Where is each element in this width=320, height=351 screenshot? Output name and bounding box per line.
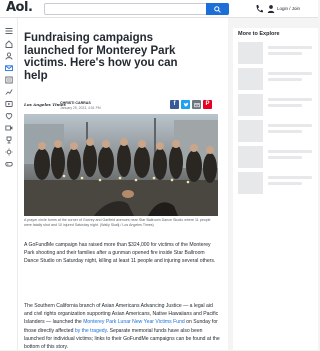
home-icon[interactable] bbox=[5, 35, 13, 48]
trophy-icon[interactable] bbox=[5, 131, 13, 144]
entertainment-icon[interactable] bbox=[5, 95, 13, 107]
user-icon[interactable] bbox=[5, 47, 13, 60]
games-icon[interactable] bbox=[5, 155, 13, 167]
weather-icon[interactable] bbox=[5, 143, 13, 156]
side-nav bbox=[0, 18, 18, 350]
article-paragraph: The Southern California branch of Asian … bbox=[24, 302, 220, 351]
text-placeholder bbox=[268, 124, 312, 127]
text-placeholder bbox=[268, 130, 302, 133]
text-placeholder bbox=[268, 52, 302, 55]
text-placeholder bbox=[268, 46, 312, 49]
email-share-button[interactable] bbox=[192, 100, 201, 109]
facebook-icon: f bbox=[173, 101, 176, 107]
article: Fundraising campaigns launched for Monte… bbox=[18, 18, 228, 350]
twitter-share-button[interactable] bbox=[181, 100, 190, 109]
thumbnail-placeholder bbox=[238, 172, 263, 194]
thumbnail-placeholder bbox=[238, 146, 263, 168]
text-placeholder bbox=[268, 78, 302, 81]
article-headline: Fundraising campaigns launched for Monte… bbox=[24, 32, 178, 82]
email-icon bbox=[193, 102, 200, 107]
twitter-icon bbox=[183, 102, 189, 107]
news-icon[interactable] bbox=[5, 71, 13, 84]
text-placeholder bbox=[268, 182, 302, 185]
search-button[interactable] bbox=[206, 3, 229, 15]
tragedy-link[interactable]: by the tragedy bbox=[75, 328, 107, 334]
thumbnail-placeholder bbox=[238, 120, 263, 142]
thumbnail-placeholder bbox=[238, 68, 263, 90]
aol-logo[interactable]: Aol. bbox=[6, 1, 33, 15]
publish-date: January 25, 2023, 4:51 PM bbox=[60, 106, 101, 110]
text-placeholder bbox=[268, 104, 302, 107]
finance-icon[interactable] bbox=[5, 83, 13, 95]
rail-title: More to Explore bbox=[238, 31, 280, 37]
thumbnail-placeholder bbox=[238, 94, 263, 116]
mail-icon[interactable] bbox=[5, 59, 13, 72]
video-icon[interactable] bbox=[5, 119, 13, 131]
article-photo bbox=[24, 114, 218, 216]
facebook-share-button[interactable]: f bbox=[170, 100, 179, 109]
text-placeholder bbox=[268, 72, 312, 75]
more-to-explore-rail: More to Explore bbox=[233, 28, 318, 350]
pinterest-icon: P bbox=[205, 101, 210, 107]
thumbnail-placeholder bbox=[238, 42, 263, 64]
text-placeholder bbox=[268, 150, 312, 153]
search-icon bbox=[214, 5, 221, 13]
login-join-link[interactable]: Login / Join bbox=[277, 5, 300, 13]
text-placeholder bbox=[268, 98, 312, 101]
victims-fund-link[interactable]: Monterey Park Lunar New Year Victims Fun… bbox=[83, 319, 185, 325]
menu-icon[interactable] bbox=[5, 22, 13, 34]
pinterest-share-button[interactable]: P bbox=[203, 100, 212, 109]
user-icon[interactable] bbox=[267, 4, 275, 14]
text-placeholder bbox=[268, 176, 312, 179]
photo-caption: A prayer circle forms at the corner of G… bbox=[24, 218, 211, 227]
top-bar: Aol. Login / Join bbox=[0, 0, 318, 18]
article-paragraph: A GoFundMe campaign has raised more than… bbox=[24, 242, 216, 265]
phone-icon[interactable] bbox=[255, 4, 263, 14]
lifestyle-icon[interactable] bbox=[5, 107, 13, 120]
text-placeholder bbox=[268, 156, 302, 159]
search-input[interactable] bbox=[44, 3, 229, 15]
